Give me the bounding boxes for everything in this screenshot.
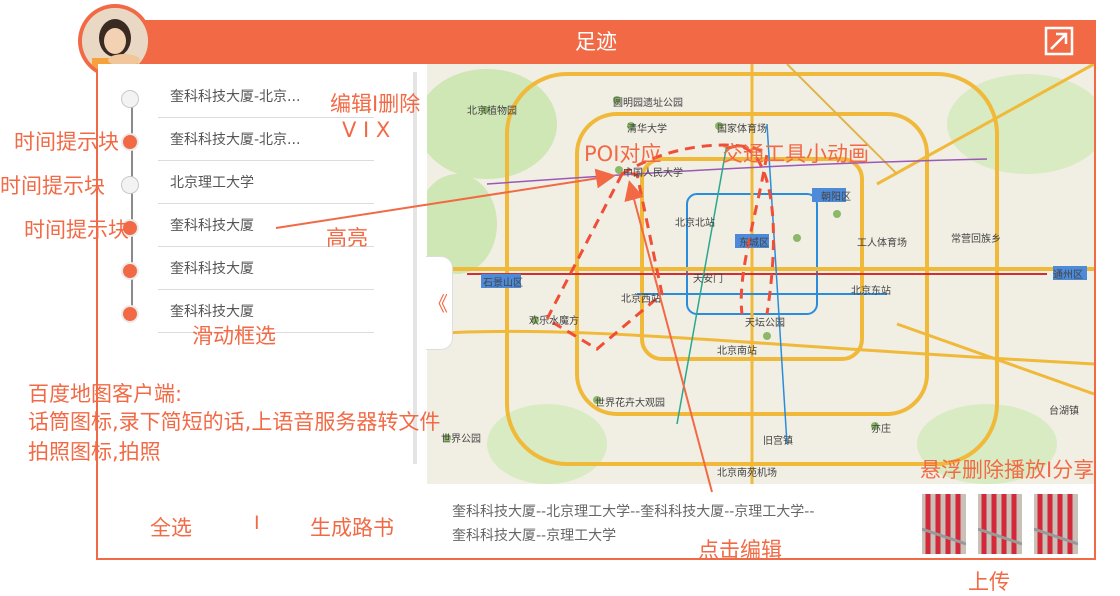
annotation-voice: 话筒图标,录下简短的话,上语音服务器转文件 [28,410,441,434]
annotation-photo: 拍照图标,拍照 [28,440,161,464]
annotation-poi: POI对应 [584,142,662,166]
annotation-arrows [275,168,713,493]
annotation-edit-delete: 编辑I删除 [330,92,421,116]
annotation-time-tip: 时间提示块 [14,130,119,154]
annotation-time-tip: 时间提示块 [24,218,129,242]
annotation-hover-actions: 悬浮删除播放I分享 [920,458,1095,482]
annotation-slide-select: 滑动框选 [192,324,276,348]
annotation-click-edit: 点击编辑 [698,538,782,562]
annotation-highlight: 高亮 [326,226,368,250]
annotation-v-i-x: V I X [342,118,391,142]
annotation-time-tip: 时间提示块 [0,174,105,198]
annotation-baidu-client: 百度地图客户端: [28,382,183,406]
annotation-transport: 交通工具小动画 [722,142,869,166]
